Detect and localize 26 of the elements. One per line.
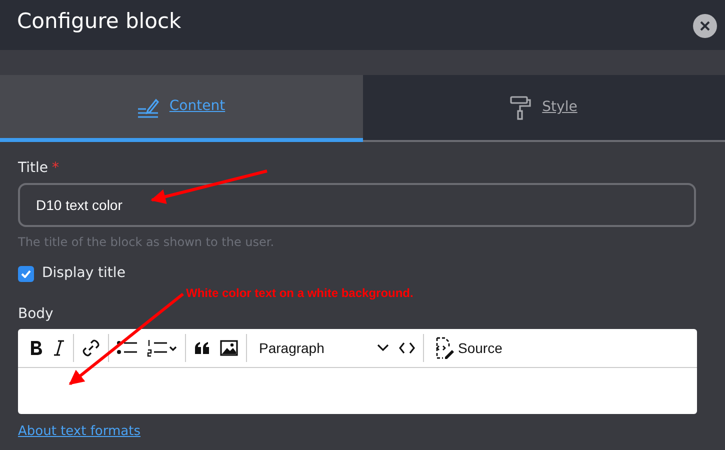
close-icon — [700, 21, 710, 31]
required-mark: * — [52, 160, 60, 176]
numbered-list-icon — [147, 339, 177, 357]
italic-icon — [53, 340, 65, 356]
checkmark-icon — [21, 270, 31, 278]
field-label: Body — [18, 305, 54, 324]
bulleted-list-icon — [117, 340, 137, 356]
quote-icon — [194, 342, 210, 354]
dialog-title: Configure block — [17, 11, 182, 35]
checkbox[interactable] — [18, 266, 34, 282]
heading-dropdown[interactable]: Paragraph — [254, 333, 394, 363]
paint-roller-icon — [510, 96, 532, 120]
image-icon — [220, 340, 238, 356]
field-description: The title of the block as shown to the user. — [18, 234, 276, 251]
field-label: Title * — [18, 159, 60, 178]
bold-icon — [29, 340, 43, 356]
help-link[interactable]: About text formats — [18, 422, 141, 442]
tab[interactable]: Style — [362, 75, 725, 142]
source-button[interactable]: Source — [427, 333, 508, 363]
code-icon — [399, 342, 415, 354]
checkbox-label: Display title — [42, 264, 126, 283]
link-icon — [82, 339, 100, 357]
title-input[interactable]: D10 text color — [18, 183, 696, 227]
annotation-text: White color text on a white background. — [186, 285, 414, 302]
caret-icon — [377, 344, 389, 352]
close-button[interactable] — [693, 14, 717, 38]
